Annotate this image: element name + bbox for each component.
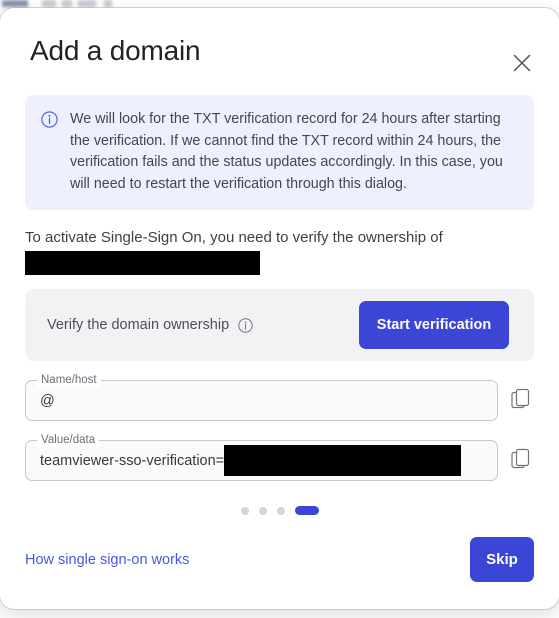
page-title: Add a domain <box>30 35 201 66</box>
copy-value-data-button[interactable] <box>508 446 534 476</box>
backdrop-chip <box>78 0 96 7</box>
name-host-field[interactable]: Name/host @ <box>25 373 498 421</box>
skip-button[interactable]: Skip <box>470 537 534 582</box>
close-button[interactable] <box>507 48 537 78</box>
verify-ownership-label: Verify the domain ownership <box>47 317 230 333</box>
add-domain-dialog: Add a domain We will look for the TXT ve… <box>0 8 559 609</box>
activation-instructions: To activate Single-Sign On, you need to … <box>25 227 534 275</box>
name-host-label: Name/host <box>37 373 101 387</box>
value-data-field[interactable]: Value/data teamviewer-sso-verification= <box>25 433 498 481</box>
close-icon <box>511 52 533 74</box>
info-banner: We will look for the TXT verification re… <box>25 95 534 210</box>
step-dot-2[interactable] <box>258 506 267 515</box>
how-single-sign-on-works-link[interactable]: How single sign-on works <box>25 552 189 568</box>
redacted-verification-token <box>224 445 462 476</box>
step-indicator <box>25 506 534 515</box>
dialog-footer: How single sign-on works Skip <box>0 537 559 582</box>
dialog-body: We will look for the TXT verification re… <box>0 95 559 515</box>
copy-name-host-button[interactable] <box>508 386 534 416</box>
activation-text: To activate Single-Sign On, you need to … <box>25 229 443 246</box>
step-dot-3[interactable] <box>276 506 285 515</box>
value-data-label: Value/data <box>37 433 100 447</box>
backdrop-chip <box>2 0 28 7</box>
value-data-text: teamviewer-sso-verification= <box>40 452 225 469</box>
backdrop-chip <box>42 0 56 7</box>
value-data-row: Value/data teamviewer-sso-verification= <box>25 433 534 481</box>
dialog-header: Add a domain <box>0 8 559 72</box>
info-banner-text: We will look for the TXT verification re… <box>70 111 503 192</box>
verify-ownership-card: Verify the domain ownership Start verifi… <box>25 289 534 361</box>
info-circle-icon[interactable] <box>238 317 253 333</box>
start-verification-button[interactable]: Start verification <box>359 301 509 349</box>
copy-icon <box>511 448 531 473</box>
backdrop-chip <box>104 0 112 7</box>
value-data-value: teamviewer-sso-verification= <box>40 445 462 476</box>
redacted-domain <box>25 251 260 275</box>
step-dot-1[interactable] <box>240 506 249 515</box>
name-host-row: Name/host @ <box>25 373 534 421</box>
info-circle-icon <box>41 111 58 133</box>
backdrop-chip <box>62 0 72 7</box>
step-dot-4-active[interactable] <box>294 506 319 515</box>
name-host-value: @ <box>40 392 55 409</box>
copy-icon <box>511 388 531 413</box>
